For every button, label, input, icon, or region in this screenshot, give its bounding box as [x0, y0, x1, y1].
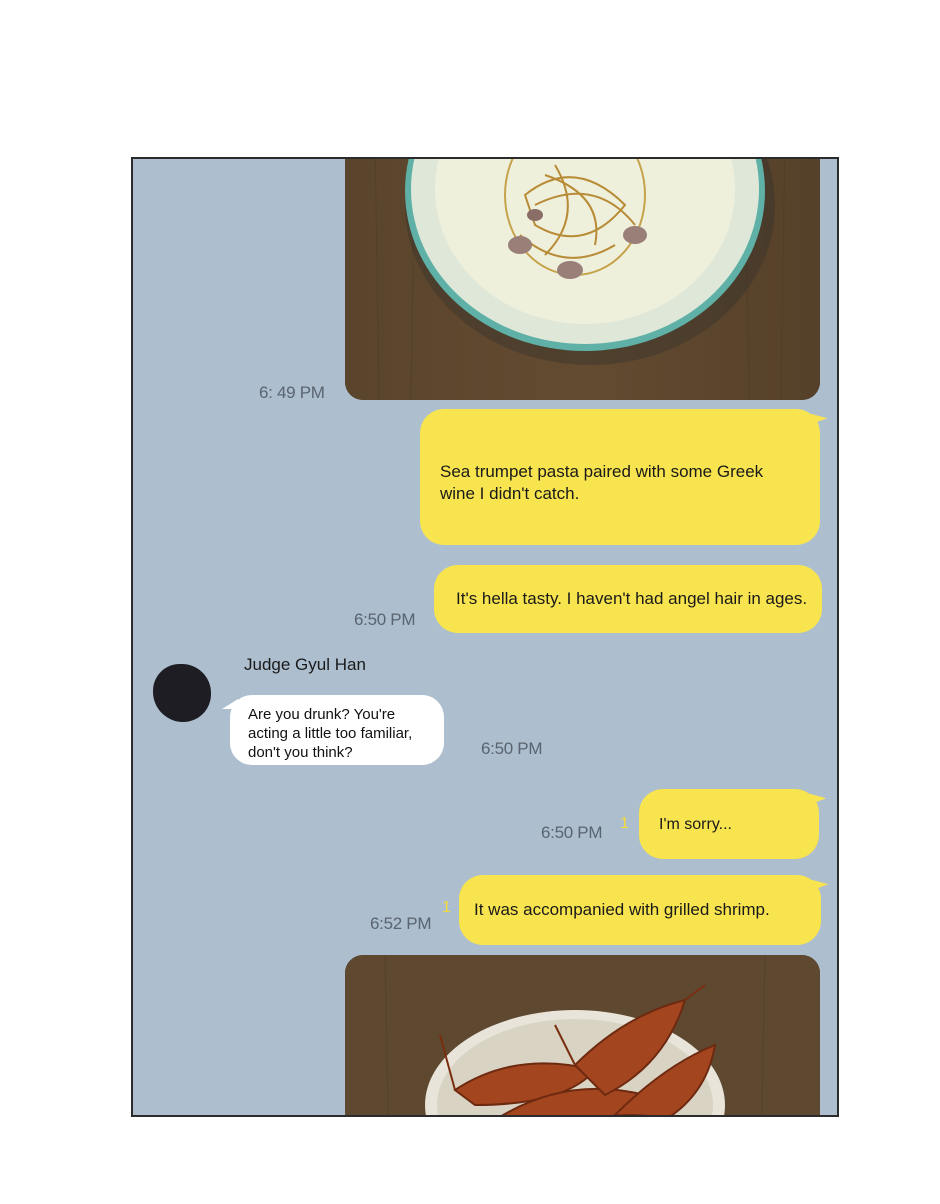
contact-avatar[interactable] — [153, 664, 211, 722]
pasta-photo[interactable] — [345, 159, 820, 400]
sender-name: Judge Gyul Han — [244, 655, 366, 674]
shrimp-photo[interactable] — [345, 955, 820, 1115]
timestamp: 6: 49 PM — [259, 383, 325, 402]
outgoing-message-bubble[interactable]: It was accompanied with grilled shrimp. — [459, 875, 821, 945]
timestamp: 6:50 PM — [354, 610, 416, 629]
message-text: I'm sorry... — [659, 816, 732, 833]
unread-count: 1 — [620, 815, 629, 832]
message-text: It was accompanied with grilled shrimp. — [474, 900, 770, 919]
page: { "chat": { "messages": [ {"type": "imag… — [0, 0, 940, 1204]
pasta-photo-drawing — [345, 159, 820, 400]
message-text: It's hella tasty. I haven't had angel ha… — [456, 589, 808, 608]
unread-count: 1 — [442, 899, 451, 916]
message-text: Are you drunk? You're acting a little to… — [248, 706, 413, 761]
outgoing-message-bubble[interactable]: Sea trumpet pasta paired with some Greek… — [420, 409, 820, 545]
outgoing-message-bubble[interactable]: I'm sorry... — [639, 789, 819, 859]
timestamp: 6:50 PM — [481, 739, 543, 758]
timestamp: 6:50 PM — [541, 823, 603, 842]
message-text: Sea trumpet pasta paired with some Greek… — [440, 462, 764, 503]
incoming-message-bubble[interactable]: Are you drunk? You're acting a little to… — [222, 695, 444, 765]
chat-panel: 6: 49 PM Sea trumpet pasta paired with s… — [131, 157, 839, 1117]
timestamp: 6:52 PM — [370, 914, 432, 933]
outgoing-message-bubble[interactable]: It's hella tasty. I haven't had angel ha… — [434, 565, 822, 633]
shrimp-photo-drawing — [345, 955, 820, 1115]
